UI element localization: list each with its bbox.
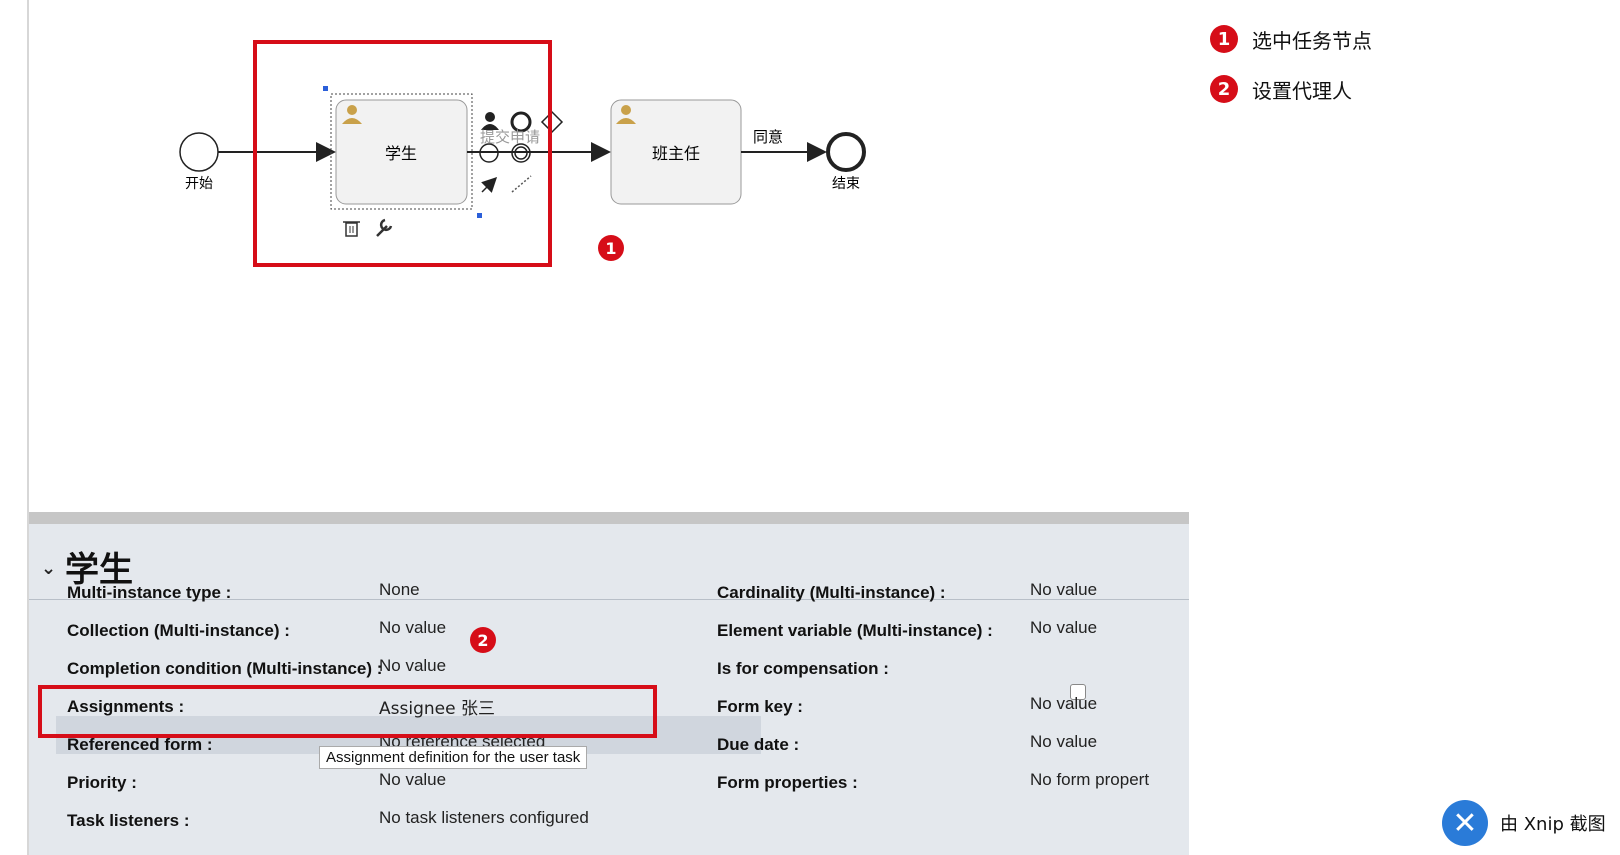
prop-label: Is for compensation : — [717, 659, 889, 678]
highlight-box-task — [253, 40, 552, 267]
horizontal-scrollbar[interactable] — [29, 512, 1189, 524]
marker-badge-2: 2 — [470, 627, 496, 653]
task-head-teacher-label: 班主任 — [652, 144, 700, 163]
tooltip: Assignment definition for the user task — [319, 746, 588, 769]
prop-value[interactable]: No value — [1030, 580, 1097, 600]
prop-label: Element variable (Multi-instance) : — [717, 621, 993, 640]
legend-text: 设置代理人 — [1252, 78, 1352, 103]
prop-value[interactable]: No value — [1030, 694, 1097, 714]
chevron-down-icon[interactable]: ⌄ — [41, 558, 56, 579]
prop-label: Completion condition (Multi-instance) : — [67, 659, 383, 678]
flow-agree-label: 同意 — [753, 128, 783, 146]
prop-value[interactable]: No value — [379, 656, 446, 676]
prop-value[interactable]: No form propert — [1030, 770, 1189, 790]
prop-label: Collection (Multi-instance) : — [67, 621, 290, 640]
property-panel: ⌄ 学生 Multi-instance type : None Collecti… — [29, 524, 1189, 855]
prop-value[interactable]: No value — [1030, 618, 1097, 638]
start-event-label: 开始 — [185, 176, 213, 192]
highlight-box-assignments — [38, 685, 657, 738]
legend-badge: 2 — [1210, 75, 1238, 103]
prop-label: Priority : — [67, 773, 137, 792]
legend-item: 1 选中任务节点 — [1210, 25, 1372, 53]
prop-label: Cardinality (Multi-instance) : — [717, 583, 946, 602]
prop-label: Referenced form : — [67, 735, 213, 754]
legend: 1 选中任务节点 2 设置代理人 — [1210, 25, 1372, 126]
prop-value[interactable]: No value — [379, 770, 446, 790]
prop-label: Due date : — [717, 735, 800, 754]
legend-text: 选中任务节点 — [1252, 28, 1372, 53]
end-event-label: 结束 — [832, 176, 860, 192]
prop-value[interactable]: No value — [1030, 732, 1097, 752]
xnip-watermark: ✕ 由 Xnip 截图 — [1442, 800, 1606, 846]
xnip-logo-icon: ✕ — [1442, 800, 1488, 846]
start-event[interactable] — [179, 132, 219, 172]
prop-label: Form key : — [717, 697, 803, 716]
prop-label: Task listeners : — [67, 811, 190, 830]
bpmn-canvas[interactable]: 开始 学生 提交申请 班主任 同意 结束 1 — [29, 0, 1189, 512]
watermark-text: 由 Xnip 截图 — [1500, 814, 1606, 835]
prop-value[interactable]: No value — [379, 618, 446, 638]
legend-item: 2 设置代理人 — [1210, 75, 1372, 103]
legend-badge: 1 — [1210, 25, 1238, 53]
prop-label: Multi-instance type : — [67, 583, 232, 602]
marker-badge-1-text: 1 — [605, 239, 616, 258]
prop-label: Form properties : — [717, 773, 858, 792]
end-event[interactable] — [826, 132, 866, 172]
prop-value[interactable]: No task listeners configured — [379, 808, 589, 828]
prop-value[interactable]: None — [379, 580, 420, 600]
